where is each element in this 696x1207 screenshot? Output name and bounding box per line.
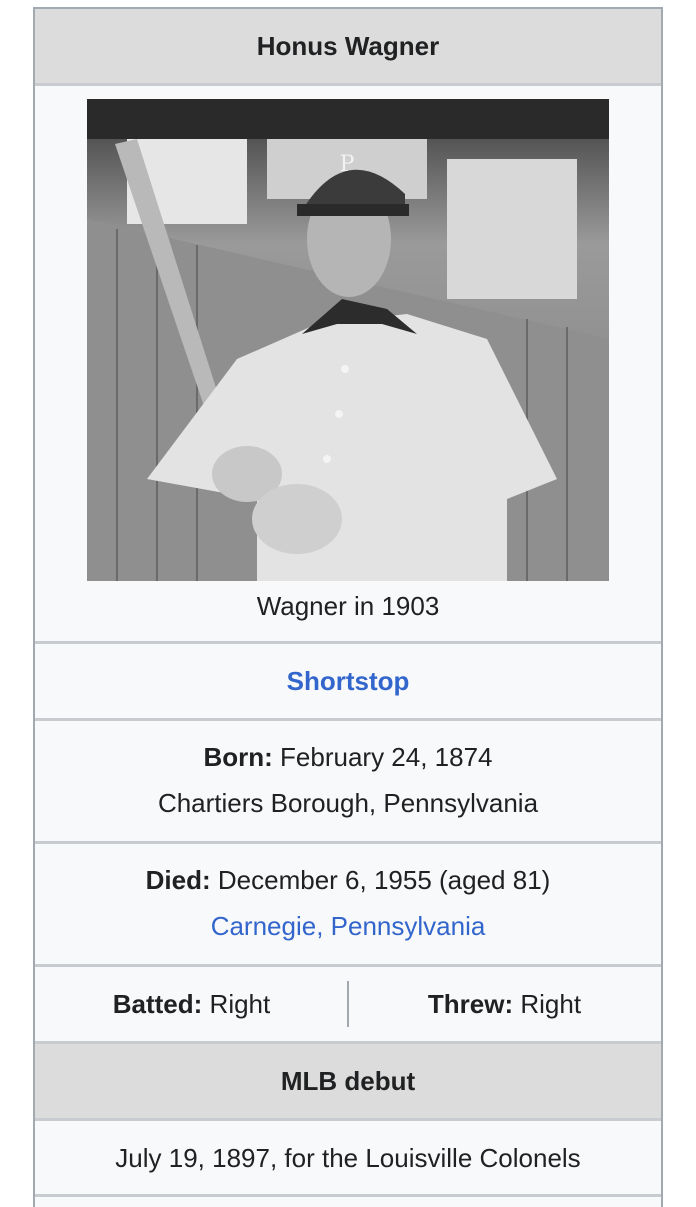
died-date: December 6, 1955 (aged 81) xyxy=(217,865,551,895)
infobox-title-text: Honus Wagner xyxy=(256,30,440,61)
infobox-title: Honus Wagner xyxy=(35,9,661,83)
debut-value: July 19, 1897, for the Louisville Colone… xyxy=(115,1142,581,1173)
died-row: Died: December 6, 1955 (aged 81) Carnegi… xyxy=(35,844,661,962)
divider xyxy=(35,83,661,86)
died-line: Died: December 6, 1955 (aged 81) xyxy=(35,857,661,903)
batted-cell: Batted: Right xyxy=(35,967,348,1041)
born-place: Chartiers Borough, Pennsylvania xyxy=(157,788,539,818)
debut-row: July 19, 1897, for the Louisville Colone… xyxy=(35,1121,661,1195)
batted-value: Right xyxy=(209,988,271,1019)
threw-label: Threw: xyxy=(427,988,514,1019)
died-place-link[interactable]: Carnegie, Pennsylvania xyxy=(35,903,661,949)
debut-header: MLB debut xyxy=(35,1044,661,1118)
batted-label: Batted: xyxy=(112,988,203,1019)
born-row: Born: February 24, 1874 Chartiers Boroug… xyxy=(35,721,661,839)
player-photo-image: P xyxy=(87,99,609,581)
debut-header-text: MLB debut xyxy=(280,1065,416,1096)
divider xyxy=(35,1194,661,1197)
born-label: Born: xyxy=(203,742,273,772)
born-line: Born: February 24, 1874 xyxy=(35,734,661,780)
batting-throwing-row: Batted: Right Threw: Right xyxy=(35,967,661,1041)
player-photo[interactable]: P xyxy=(87,99,609,581)
threw-cell: Threw: Right xyxy=(348,967,661,1041)
position-link[interactable]: Shortstop xyxy=(287,666,410,697)
infobox: Honus Wagner P Wagner in 1903 Shortstop … xyxy=(33,7,663,1207)
photo-caption: Wagner in 1903 xyxy=(256,591,440,621)
born-date: February 24, 1874 xyxy=(280,742,493,772)
threw-value: Right xyxy=(520,988,582,1019)
svg-text:P: P xyxy=(340,152,355,177)
died-label: Died: xyxy=(145,865,211,895)
position-row: Shortstop xyxy=(35,644,661,718)
